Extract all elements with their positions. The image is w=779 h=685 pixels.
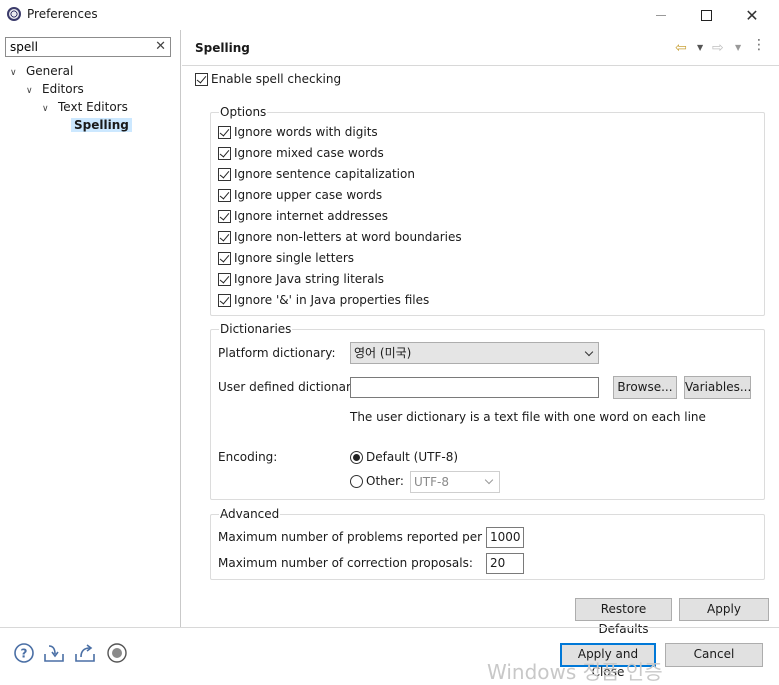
option-ignore-non-letters[interactable]: Ignore non-letters at word boundaries <box>218 228 462 246</box>
chevron-down-icon <box>584 347 594 357</box>
filter-field[interactable]: ✕ <box>5 37 171 57</box>
chevron-down-icon[interactable]: ∨ <box>26 82 36 100</box>
forward-menu-chevron-down-icon[interactable]: ▼ <box>735 43 741 52</box>
variables-button[interactable]: Variables... <box>684 376 751 399</box>
header-divider <box>182 65 779 66</box>
checkbox-box[interactable] <box>218 272 231 286</box>
tree-item-text-editors[interactable]: ∨ Text Editors <box>42 98 128 116</box>
checkbox-box[interactable] <box>218 251 231 265</box>
user-dictionary-hint: The user dictionary is a text file with … <box>350 410 706 424</box>
checkbox-box[interactable] <box>218 167 231 181</box>
apply-button[interactable]: Apply <box>679 598 769 621</box>
options-group-title: Options <box>219 105 268 119</box>
chevron-down-icon[interactable]: ∨ <box>10 64 20 82</box>
dictionaries-group-title: Dictionaries <box>219 322 293 336</box>
windows-activation-watermark: Windows 정품 인증 <box>487 660 663 684</box>
chevron-down-icon[interactable]: ∨ <box>42 100 52 118</box>
encoding-other-select: UTF-8 <box>410 471 500 493</box>
close-icon[interactable]: ✕ <box>729 0 775 30</box>
platform-dictionary-select[interactable]: 영어 (미국) <box>350 342 599 364</box>
user-dictionary-label: User defined dictionary: <box>218 380 362 394</box>
encoding-default-radio[interactable]: Default (UTF-8) <box>350 448 458 466</box>
max-proposals-label: Maximum number of correction proposals: <box>218 556 473 570</box>
tree-item-editors[interactable]: ∨ Editors <box>26 80 84 98</box>
help-icon[interactable]: ? <box>13 642 35 664</box>
option-ignore-internet-addresses[interactable]: Ignore internet addresses <box>218 207 388 225</box>
checkbox-box[interactable] <box>218 209 231 223</box>
max-proposals-input[interactable]: 20 <box>486 553 524 574</box>
advanced-group-title: Advanced <box>219 507 281 521</box>
option-ignore-single-letters[interactable]: Ignore single letters <box>218 249 354 267</box>
oomph-record-icon[interactable] <box>106 642 128 664</box>
option-ignore-sentence-capitalization[interactable]: Ignore sentence capitalization <box>218 165 415 183</box>
filter-input[interactable] <box>6 38 146 56</box>
option-ignore-upper-case[interactable]: Ignore upper case words <box>218 186 382 204</box>
page-title: Spelling <box>195 41 250 55</box>
preference-tree-pane: ✕ ∨General ∨Editors ∨Text Editors Spelli… <box>0 30 181 627</box>
option-ignore-words-with-digits[interactable]: Ignore words with digits <box>218 123 378 141</box>
option-ignore-mixed-case[interactable]: Ignore mixed case words <box>218 144 384 162</box>
footer-divider <box>0 627 779 628</box>
checkbox-box[interactable] <box>218 230 231 244</box>
back-arrow-icon[interactable]: ⇦ <box>675 40 687 56</box>
forward-arrow-icon[interactable]: ⇨ <box>712 40 724 56</box>
browse-button[interactable]: Browse... <box>613 376 677 399</box>
view-menu-icon[interactable]: ⋮ <box>752 38 766 52</box>
option-ignore-ampersand[interactable]: Ignore '&' in Java properties files <box>218 291 429 309</box>
cancel-button[interactable]: Cancel <box>665 643 763 667</box>
checkbox-box[interactable] <box>218 188 231 202</box>
restore-defaults-button[interactable]: Restore Defaults <box>575 598 672 636</box>
import-icon[interactable] <box>43 642 65 664</box>
max-problems-input[interactable]: 1000 <box>486 527 524 548</box>
encoding-label: Encoding: <box>218 450 278 464</box>
option-ignore-java-string-literals[interactable]: Ignore Java string literals <box>218 270 384 288</box>
checkbox-box[interactable] <box>218 125 231 139</box>
title-bar: Preferences ✕ <box>0 0 779 30</box>
back-menu-chevron-down-icon[interactable]: ▼ <box>697 43 703 52</box>
encoding-other-radio[interactable]: Other: <box>350 472 404 490</box>
minimize-button[interactable] <box>638 0 684 30</box>
svg-text:?: ? <box>21 647 28 661</box>
chevron-down-icon <box>484 475 494 485</box>
eclipse-app-icon <box>7 7 21 21</box>
checkbox-box[interactable] <box>218 293 231 307</box>
radio-circle[interactable] <box>350 450 363 464</box>
tree-item-general[interactable]: ∨ General <box>10 62 73 80</box>
checkbox-box[interactable] <box>218 146 231 160</box>
tree-item-spelling[interactable]: Spelling <box>71 116 132 134</box>
clear-filter-icon[interactable]: ✕ <box>155 39 166 54</box>
maximize-button[interactable] <box>683 0 729 30</box>
radio-circle[interactable] <box>350 474 363 488</box>
enable-spell-checking-checkbox[interactable]: Enable spell checking <box>195 70 341 88</box>
max-problems-label: Maximum number of problems reported per … <box>218 530 509 544</box>
user-dictionary-input[interactable] <box>350 377 599 398</box>
export-icon[interactable] <box>74 642 96 664</box>
platform-dictionary-label: Platform dictionary: <box>218 346 336 360</box>
window-title: Preferences <box>27 7 98 21</box>
checkbox-box[interactable] <box>195 72 208 86</box>
